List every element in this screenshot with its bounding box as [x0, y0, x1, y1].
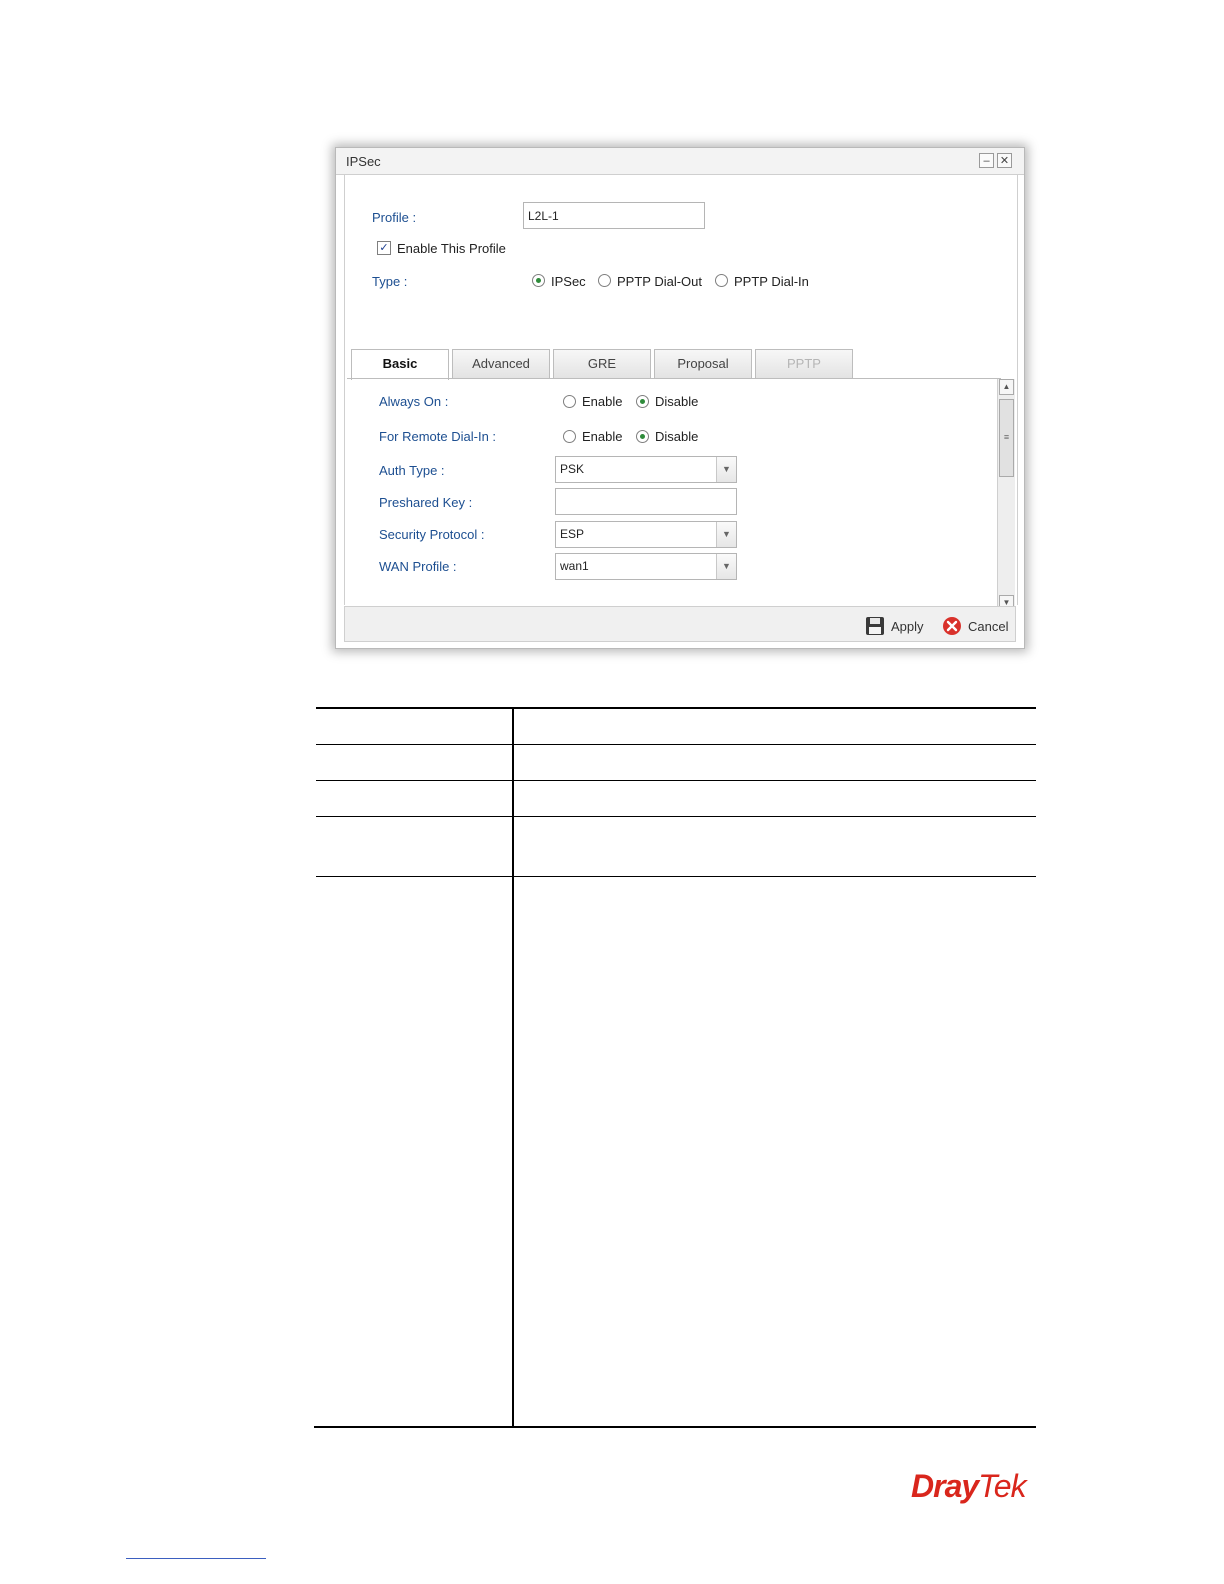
cancel-button[interactable]: Cancel [942, 616, 1008, 636]
auth-type-label: Auth Type : [379, 463, 445, 478]
table-row-divider [316, 816, 1036, 817]
vertical-scrollbar[interactable]: ▲ ≡ ▼ [997, 379, 1015, 611]
vertical-scroll-thumb[interactable]: ≡ [999, 399, 1014, 477]
brand-part2: Tek [978, 1468, 1026, 1504]
tab-proposal[interactable]: Proposal [654, 349, 752, 378]
remote-dialin-enable-label: Enable [582, 429, 623, 444]
security-protocol-select[interactable]: ESP ▼ [555, 521, 737, 548]
table-row-divider [316, 744, 1036, 745]
chevron-down-icon[interactable]: ▼ [716, 522, 736, 547]
chevron-down-icon[interactable]: ▼ [716, 457, 736, 482]
wan-profile-select[interactable]: wan1 ▼ [555, 553, 737, 580]
remote-dialin-enable-radio[interactable] [563, 430, 576, 443]
preshared-key-input[interactable] [555, 488, 737, 515]
always-on-enable-label: Enable [582, 394, 623, 409]
table-bottom-rule [314, 1426, 1036, 1428]
tab-basic[interactable]: Basic [351, 349, 449, 380]
table-top-rule [316, 707, 1036, 709]
chevron-down-icon[interactable]: ▼ [716, 554, 736, 579]
footer-link-underline [126, 1558, 266, 1559]
auth-type-value: PSK [560, 462, 585, 476]
always-on-label: Always On : [379, 394, 449, 409]
remote-dialin-label: For Remote Dial-In : [379, 429, 497, 444]
dialog-content: Profile : ✓ Enable This Profile Type : I… [344, 175, 1018, 632]
type-pptp-dialin-label: PPTP Dial-In [734, 274, 809, 289]
type-label: Type : [372, 274, 408, 289]
preshared-key-label: Preshared Key : [379, 495, 473, 510]
tab-pptp: PPTP [755, 349, 853, 378]
wan-profile-label: WAN Profile : [379, 559, 457, 574]
cancel-icon [943, 617, 961, 635]
tab-divider [347, 378, 1001, 379]
close-icon[interactable]: ✕ [997, 153, 1012, 168]
save-icon [866, 617, 884, 635]
table-column-divider [512, 707, 514, 1427]
enable-profile-label: Enable This Profile [397, 241, 506, 256]
tab-gre[interactable]: GRE [553, 349, 651, 378]
remote-dialin-disable-label: Disable [655, 429, 699, 444]
scroll-up-icon[interactable]: ▲ [999, 379, 1014, 395]
draytek-logo: DrayTek [911, 1468, 1027, 1505]
brand-part1: Dray [911, 1468, 979, 1504]
type-pptp-dialout-radio[interactable] [598, 274, 611, 287]
table-row-divider [316, 876, 1036, 877]
always-on-enable-radio[interactable] [563, 395, 576, 408]
profile-input[interactable] [523, 202, 705, 229]
remote-dialin-disable-radio[interactable] [636, 430, 649, 443]
apply-label: Apply [891, 618, 924, 634]
dialog-titlebar[interactable]: IPSec – ✕ [336, 148, 1024, 175]
cancel-label: Cancel [968, 618, 1009, 634]
wan-profile-value: wan1 [560, 559, 589, 573]
auth-type-select[interactable]: PSK ▼ [555, 456, 737, 483]
ipsec-dialog: IPSec – ✕ Profile : ✓ Enable This Profil… [335, 147, 1025, 649]
type-ipsec-label: IPSec [551, 274, 586, 289]
table-row-divider [316, 780, 1036, 781]
type-pptp-dialin-radio[interactable] [715, 274, 728, 287]
security-protocol-label: Security Protocol : [379, 527, 485, 542]
tab-advanced[interactable]: Advanced [452, 349, 550, 378]
always-on-disable-radio[interactable] [636, 395, 649, 408]
always-on-disable-label: Disable [655, 394, 699, 409]
security-protocol-value: ESP [560, 527, 585, 541]
enable-profile-checkbox[interactable]: ✓ [377, 241, 391, 255]
type-ipsec-radio[interactable] [532, 274, 545, 287]
type-pptp-dialout-label: PPTP Dial-Out [617, 274, 703, 289]
apply-button[interactable]: Apply [865, 616, 924, 636]
minimize-icon[interactable]: – [979, 153, 994, 168]
profile-label: Profile : [372, 210, 417, 225]
dialog-title: IPSec [346, 154, 381, 169]
dialog-footer: Apply Cancel [344, 606, 1016, 642]
